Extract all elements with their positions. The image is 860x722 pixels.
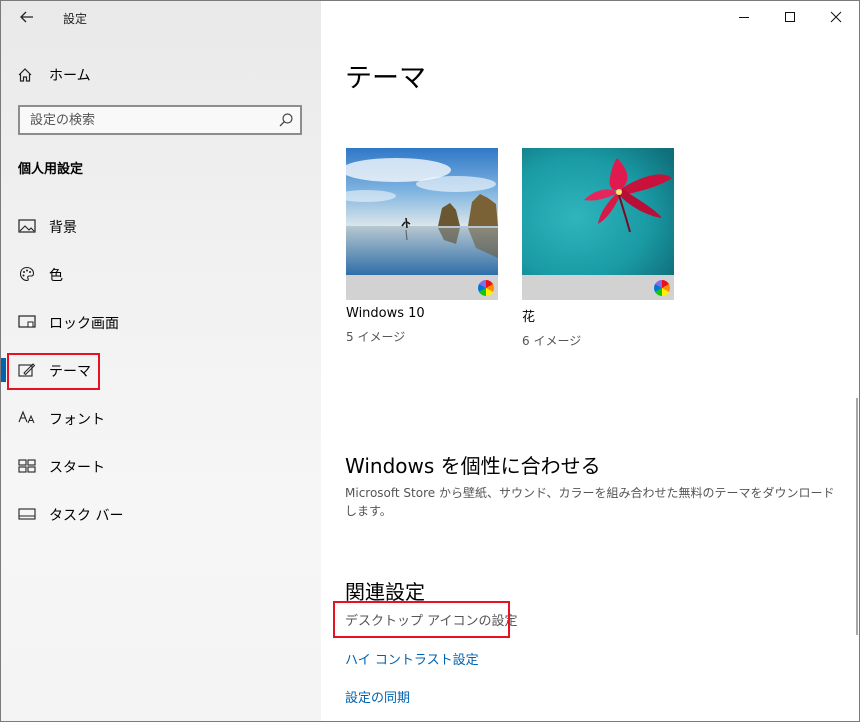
picture-icon <box>18 218 36 234</box>
section-title: 個人用設定 <box>18 162 84 177</box>
theme-image-count: 5 イメージ <box>346 330 406 344</box>
theme-preview <box>522 148 674 300</box>
page-title: テーマ <box>345 63 426 94</box>
sidebar: 設定 ホーム 個人用設定 背景 色 <box>1 1 321 721</box>
minimize-icon <box>739 17 749 18</box>
theme-image-count: 6 イメージ <box>522 334 582 348</box>
sidebar-item-fonts[interactable]: フォント <box>1 398 321 438</box>
sidebar-item-taskbar[interactable]: タスク バー <box>1 494 321 534</box>
highlight-box <box>7 353 100 390</box>
color-wheel-icon <box>478 280 494 296</box>
sidebar-item-color[interactable]: 色 <box>1 254 321 294</box>
back-arrow-icon <box>20 11 33 23</box>
maximize-icon <box>785 12 795 22</box>
sidebar-item-lock-screen[interactable]: ロック画面 <box>1 302 321 342</box>
sidebar-item-start[interactable]: スタート <box>1 446 321 486</box>
font-icon <box>18 410 36 426</box>
scrollbar[interactable] <box>856 398 858 635</box>
selection-indicator <box>1 358 6 382</box>
theme-name: Windows 10 <box>346 306 425 321</box>
theme-name: 花 <box>522 310 536 325</box>
beach-image <box>346 148 498 275</box>
personalize-title: Windows を個性に合わせる <box>345 454 601 478</box>
main-content: テーマ Windows 10 5 イメージ 花 6 イメージ Windows を… <box>321 1 859 721</box>
flower-image <box>522 148 674 275</box>
sidebar-item-label: フォント <box>49 412 105 428</box>
highlight-box <box>333 601 510 638</box>
sidebar-item-label: ロック画面 <box>49 316 119 332</box>
close-button[interactable] <box>813 1 859 33</box>
theme-card-windows10[interactable]: Windows 10 5 イメージ <box>346 148 498 345</box>
color-wheel-icon <box>654 280 670 296</box>
sidebar-item-label: 色 <box>49 268 63 284</box>
sidebar-item-background[interactable]: 背景 <box>1 206 321 246</box>
search-box[interactable] <box>18 105 302 135</box>
app-title: 設定 <box>63 12 88 26</box>
close-icon <box>830 11 842 23</box>
search-icon[interactable] <box>278 112 294 128</box>
theme-card-flowers[interactable]: 花 6 イメージ <box>522 148 674 349</box>
high-contrast-settings-link[interactable]: ハイ コントラスト設定 <box>345 649 479 668</box>
sidebar-item-label: スタート <box>49 460 105 476</box>
sidebar-item-label: タスク バー <box>49 508 124 524</box>
sidebar-item-label: 背景 <box>49 220 77 236</box>
start-icon <box>18 458 36 474</box>
search-input[interactable] <box>20 107 280 133</box>
personalize-description: Microsoft Store から壁紙、サウンド、カラーを組み合わせた無料のテ… <box>345 486 835 518</box>
lock-screen-icon <box>18 314 36 330</box>
palette-icon <box>18 266 36 282</box>
back-button[interactable] <box>15 5 39 29</box>
home-label: ホーム <box>49 68 91 84</box>
home-icon <box>17 67 37 83</box>
taskbar-icon <box>18 506 36 522</box>
maximize-button[interactable] <box>767 1 813 33</box>
minimize-button[interactable] <box>721 1 767 33</box>
home-nav[interactable]: ホーム <box>17 63 91 87</box>
theme-preview <box>346 148 498 300</box>
sync-settings-link[interactable]: 設定の同期 <box>345 687 410 706</box>
settings-window: 設定 ホーム 個人用設定 背景 色 <box>0 0 860 722</box>
